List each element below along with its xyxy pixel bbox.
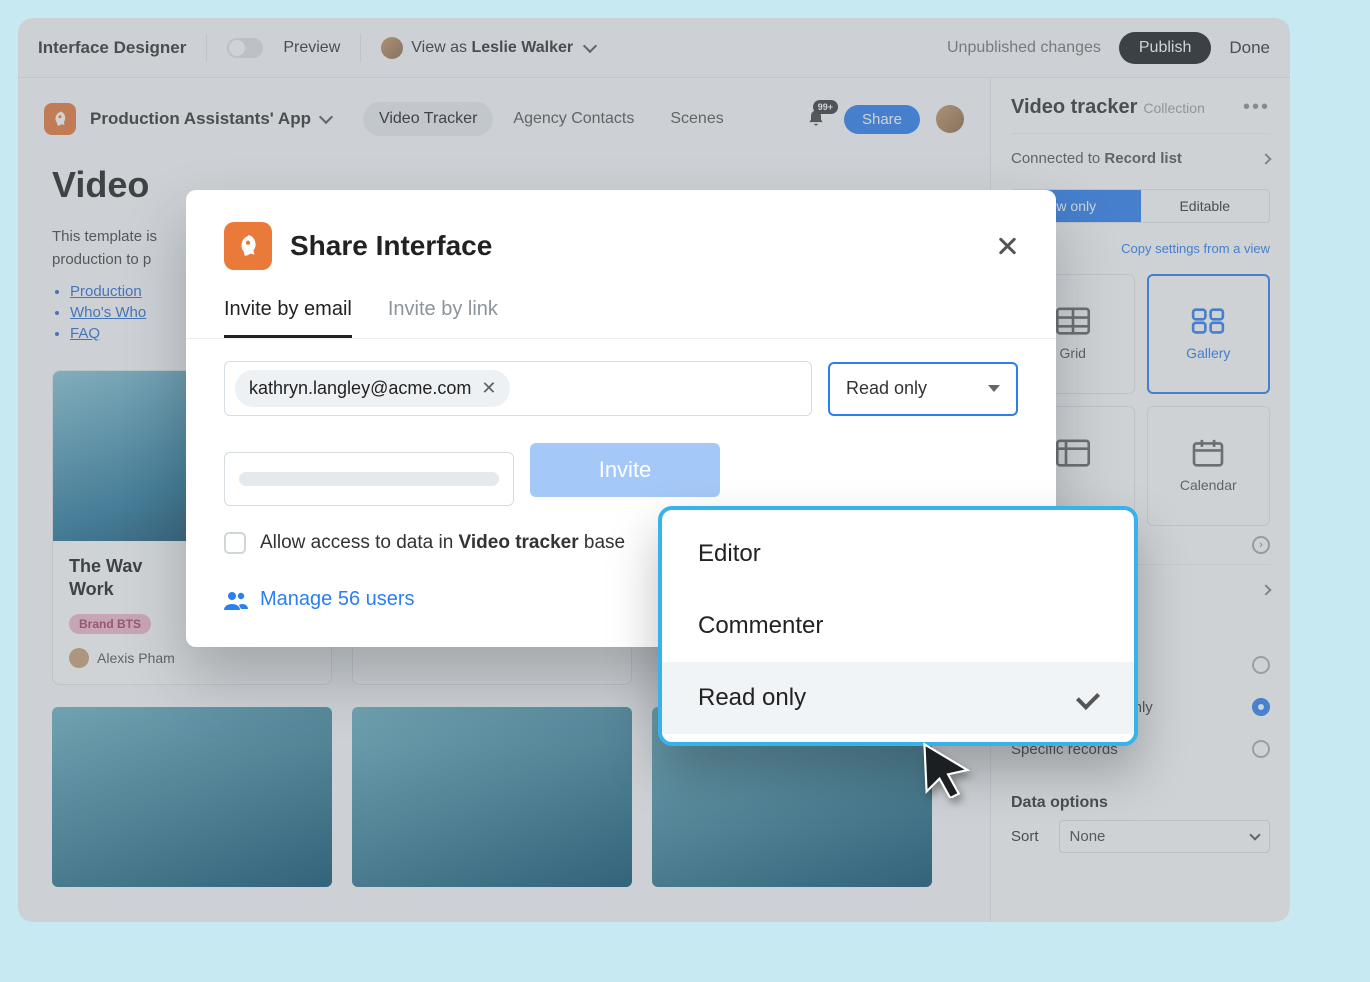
- rocket-icon: [224, 222, 272, 270]
- thumb-image[interactable]: [352, 707, 632, 887]
- done-button[interactable]: Done: [1229, 38, 1270, 58]
- permission-select[interactable]: Read only: [828, 362, 1018, 416]
- calendar-icon: [1190, 439, 1226, 467]
- list-icon: [1055, 439, 1091, 467]
- chevron-right-icon: [1260, 153, 1271, 164]
- message-input[interactable]: [224, 452, 514, 506]
- app-tabs: Video Tracker Agency Contacts Scenes: [363, 102, 740, 136]
- tab-scenes[interactable]: Scenes: [654, 102, 739, 136]
- card-author: Alexis Pham: [69, 648, 315, 668]
- sort-label: Sort: [1011, 828, 1039, 845]
- notification-badge: 99+: [813, 100, 838, 114]
- tab-invite-link[interactable]: Invite by link: [388, 298, 498, 338]
- chevron-right-icon: [1260, 584, 1271, 595]
- unpublished-label: Unpublished changes: [947, 39, 1101, 57]
- remove-chip-icon[interactable]: ✕: [481, 378, 496, 399]
- close-button[interactable]: [996, 235, 1018, 257]
- rocket-icon: [44, 103, 76, 135]
- gallery-icon: [1190, 307, 1226, 335]
- designer-title: Interface Designer: [38, 38, 186, 58]
- avatar-icon: [381, 37, 403, 59]
- chip-text: kathryn.langley@acme.com: [249, 378, 471, 399]
- checkbox-icon[interactable]: [224, 532, 246, 554]
- app-name-dropdown[interactable]: Production Assistants' App: [90, 109, 331, 129]
- dropdown-option-commenter[interactable]: Commenter: [662, 590, 1134, 662]
- tab-invite-email[interactable]: Invite by email: [224, 298, 352, 338]
- sort-select[interactable]: None: [1059, 820, 1270, 853]
- publish-button[interactable]: Publish: [1119, 32, 1211, 64]
- app-header: Production Assistants' App Video Tracker…: [44, 102, 964, 136]
- notifications-button[interactable]: 99+: [806, 108, 828, 130]
- permission-dropdown: Editor Commenter Read only: [658, 506, 1138, 746]
- segment-editable[interactable]: Editable: [1141, 190, 1270, 222]
- tab-video-tracker[interactable]: Video Tracker: [363, 102, 493, 136]
- connected-row[interactable]: Connected to Record list: [1011, 133, 1270, 183]
- preview-label: Preview: [283, 39, 340, 57]
- radio-icon: [1252, 740, 1270, 758]
- view-calendar-option[interactable]: Calendar: [1147, 406, 1271, 526]
- cursor-icon: [920, 740, 974, 803]
- chevron-right-icon[interactable]: ›: [1252, 536, 1270, 554]
- allow-access-label: Allow access to data in Video tracker ba…: [260, 532, 625, 554]
- designer-topbar: Interface Designer Preview View as Lesli…: [18, 18, 1290, 78]
- preview-toggle[interactable]: [227, 38, 263, 58]
- check-icon: [1076, 686, 1100, 710]
- permission-value: Read only: [846, 378, 927, 399]
- grid-icon: [1055, 307, 1091, 335]
- users-icon: [224, 590, 248, 610]
- avatar-icon: [69, 648, 89, 668]
- view-as-dropdown[interactable]: View as Leslie Walker: [381, 37, 595, 59]
- placeholder-bar: [239, 472, 499, 486]
- dropdown-option-editor[interactable]: Editor: [662, 518, 1134, 590]
- email-input[interactable]: kathryn.langley@acme.com ✕: [224, 361, 812, 416]
- invite-button[interactable]: Invite: [530, 443, 720, 497]
- radio-icon: [1252, 698, 1270, 716]
- data-options-title: Data options: [1011, 794, 1270, 812]
- radio-icon: [1252, 656, 1270, 674]
- divider: [206, 34, 207, 62]
- chevron-down-icon: [319, 110, 333, 124]
- user-avatar[interactable]: [936, 105, 964, 133]
- view-as-text: View as Leslie Walker: [411, 39, 573, 57]
- view-gallery-option[interactable]: Gallery: [1147, 274, 1271, 394]
- tag-pill: Brand BTS: [69, 614, 151, 634]
- modal-title: Share Interface: [290, 230, 492, 262]
- share-button[interactable]: Share: [844, 105, 920, 134]
- email-chip[interactable]: kathryn.langley@acme.com ✕: [235, 370, 510, 407]
- chevron-down-icon: [1249, 829, 1260, 840]
- chevron-down-icon: [988, 385, 1000, 392]
- chevron-down-icon: [583, 38, 597, 52]
- dropdown-option-readonly[interactable]: Read only: [662, 662, 1134, 734]
- inspector-title: Video tracker: [1011, 96, 1137, 118]
- tab-agency-contacts[interactable]: Agency Contacts: [497, 102, 650, 136]
- inspector-subtitle: Collection: [1143, 100, 1204, 116]
- thumb-image[interactable]: [52, 707, 332, 887]
- divider: [360, 34, 361, 62]
